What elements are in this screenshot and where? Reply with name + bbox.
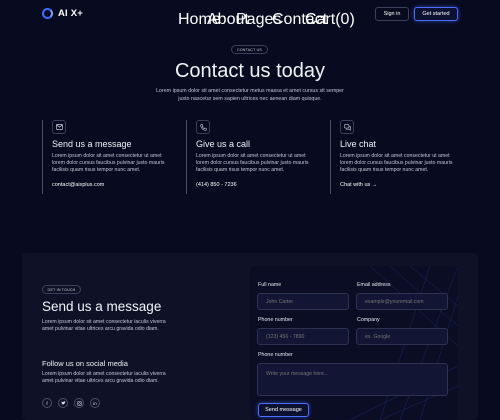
phone-link[interactable]: (414) 850 - 7236: [196, 182, 237, 188]
social-title: Follow us on social media: [42, 359, 128, 368]
email-input[interactable]: [356, 293, 448, 310]
feature-title: Give us a call: [196, 139, 251, 149]
feature-message: Send us a message Lorem ipsum dolor sit …: [42, 120, 182, 194]
full-name-input[interactable]: [257, 293, 349, 310]
feature-text: Lorem ipsum dolor sit amet consectetur u…: [52, 153, 165, 174]
hero-subtitle: Lorem ipsum dolor sit amet consectetur m…: [156, 88, 344, 102]
phone-label: Phone number: [258, 317, 293, 323]
social-subtitle: Lorem ipsum dolor sit amet consectetur i…: [42, 371, 166, 385]
feature-title: Live chat: [340, 139, 377, 149]
phone-input[interactable]: [257, 328, 349, 345]
social-links: f in: [42, 398, 100, 408]
contact-us-badge: CONTACT US: [231, 45, 268, 54]
page: AI X+ Home About Pages ⌄ Contact Cart(0) …: [0, 0, 500, 420]
get-in-touch-badge: GET IN TOUCH: [42, 285, 81, 294]
feature-text: Lorem ipsum dolor sit amet consectetur u…: [196, 153, 309, 174]
feature-text: Lorem ipsum dolor sit amet consectetur u…: [340, 153, 453, 174]
chat-link-label: Chat with us: [340, 182, 371, 188]
get-started-button[interactable]: Get started: [414, 7, 458, 21]
form-section-title: Send us a message: [42, 299, 162, 314]
arrow-right-icon: →: [371, 182, 378, 188]
chat-link[interactable]: Chat with us →: [340, 182, 377, 188]
nav-link-cart[interactable]: Cart(0): [305, 11, 355, 29]
company-label: Company: [357, 317, 380, 323]
logo[interactable]: AI X+: [42, 8, 83, 19]
page-title: Contact us today: [174, 60, 326, 82]
envelope-icon: [52, 120, 66, 134]
instagram-icon[interactable]: [74, 398, 84, 408]
chat-icon: [340, 120, 354, 134]
sign-in-button[interactable]: Sign in: [375, 7, 409, 21]
send-message-button[interactable]: Send message: [258, 403, 309, 417]
feature-title: Send us a message: [52, 139, 132, 149]
top-nav: AI X+ Home About Pages ⌄ Contact Cart(0) …: [0, 0, 500, 28]
phone-icon: [196, 120, 210, 134]
brand-name: AI X+: [58, 8, 84, 19]
full-name-label: Full name: [258, 282, 282, 288]
feature-chat: Live chat Lorem ipsum dolor sit amet con…: [330, 120, 470, 194]
email-label: Email address: [357, 282, 391, 288]
logo-mark-icon: [42, 8, 53, 19]
company-input[interactable]: [356, 328, 448, 345]
linkedin-icon[interactable]: in: [90, 398, 100, 408]
form-section-subtitle: Lorem ipsum dolor sit amet consectetur i…: [42, 319, 166, 333]
twitter-icon[interactable]: [58, 398, 68, 408]
email-link[interactable]: contact@aixplus.com: [52, 182, 104, 188]
message-label: Phone number: [258, 352, 293, 358]
facebook-icon[interactable]: f: [42, 398, 52, 408]
message-textarea[interactable]: [257, 363, 448, 396]
feature-call: Give us a call Lorem ipsum dolor sit ame…: [186, 120, 326, 194]
